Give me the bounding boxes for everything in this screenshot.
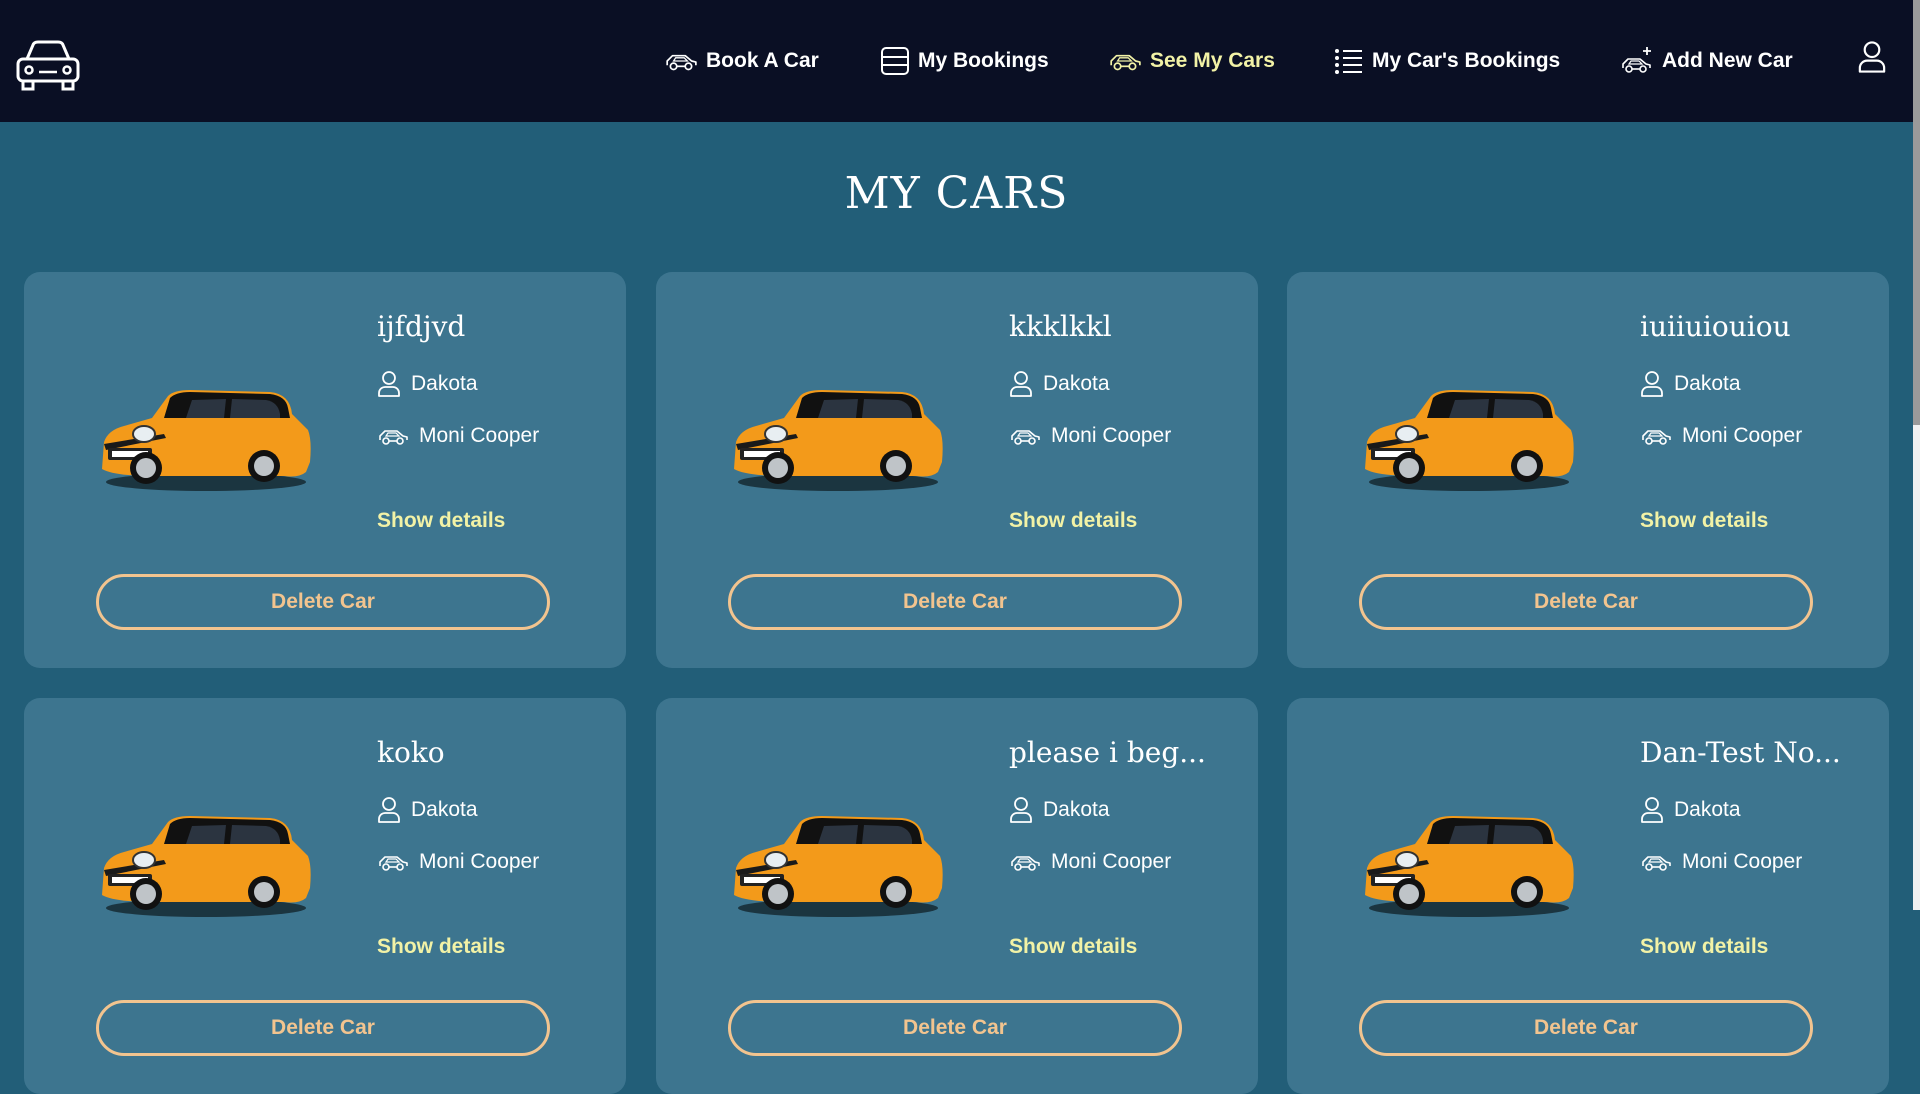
delete-car-button[interactable]: Delete Car — [728, 1000, 1182, 1056]
delete-car-button[interactable]: Delete Car — [96, 574, 550, 630]
show-details-link[interactable]: Show details — [1009, 509, 1137, 533]
car-name: Dan-Test No... — [1640, 736, 1841, 769]
delete-car-button[interactable]: Delete Car — [96, 1000, 550, 1056]
owner-row: Dakota — [1009, 796, 1110, 824]
car-image — [94, 374, 314, 494]
user-icon — [1640, 370, 1664, 398]
car-card: kkklkkl Dakota Moni Cooper Show details … — [656, 272, 1258, 668]
user-icon[interactable] — [1855, 40, 1889, 74]
owner-name: Dakota — [411, 798, 478, 821]
show-details-link[interactable]: Show details — [1640, 509, 1768, 533]
car-side-icon — [1640, 425, 1672, 447]
show-details-link[interactable]: Show details — [377, 509, 505, 533]
delete-car-button[interactable]: Delete Car — [1359, 1000, 1813, 1056]
scrollbar-thumb[interactable] — [1913, 0, 1920, 425]
nav-book-a-car-label: Book A Car — [706, 49, 819, 72]
nav-my-cars-bookings-label: My Car's Bookings — [1372, 49, 1561, 72]
car-side-icon — [1009, 851, 1041, 873]
car-image — [94, 800, 314, 920]
car-card: ijfdjvd Dakota Moni Cooper Show details … — [24, 272, 626, 668]
owner-row: Dakota — [1640, 370, 1741, 398]
show-details-link[interactable]: Show details — [1640, 935, 1768, 959]
nav-my-cars-bookings[interactable]: My Car's Bookings — [1334, 45, 1560, 77]
car-model: Moni Cooper — [1051, 850, 1172, 873]
car-side-icon — [1009, 425, 1041, 447]
nav-my-bookings-label: My Bookings — [918, 49, 1049, 72]
owner-row: Dakota — [1640, 796, 1741, 824]
owner-row: Dakota — [1009, 370, 1110, 398]
nav-see-my-cars[interactable]: See My Cars — [1108, 45, 1275, 77]
delete-car-button[interactable]: Delete Car — [1359, 574, 1813, 630]
owner-name: Dakota — [1674, 798, 1741, 821]
model-row: Moni Cooper — [1009, 424, 1171, 448]
car-image — [1357, 374, 1577, 494]
show-details-link[interactable]: Show details — [1009, 935, 1137, 959]
show-details-link[interactable]: Show details — [377, 935, 505, 959]
top-navbar: Book A Car My Bookings See My Cars My Ca… — [0, 0, 1913, 122]
car-card: please i beg... Dakota Moni Cooper Show … — [656, 698, 1258, 1094]
model-row: Moni Cooper — [377, 424, 539, 448]
car-model: Moni Cooper — [419, 424, 540, 447]
user-icon — [1640, 796, 1664, 824]
car-card: iuiiuiouiou Dakota Moni Cooper Show deta… — [1287, 272, 1889, 668]
car-model: Moni Cooper — [1051, 424, 1172, 447]
owner-name: Dakota — [411, 372, 478, 395]
owner-name: Dakota — [1043, 798, 1110, 821]
user-icon — [1009, 796, 1033, 824]
list-box-icon — [881, 47, 909, 75]
delete-car-button[interactable]: Delete Car — [728, 574, 1182, 630]
owner-name: Dakota — [1674, 372, 1741, 395]
nav-add-new-car[interactable]: Add New Car — [1620, 45, 1793, 77]
user-icon — [377, 370, 401, 398]
car-card: Dan-Test No... Dakota Moni Cooper Show d… — [1287, 698, 1889, 1094]
user-icon — [1009, 370, 1033, 398]
model-row: Moni Cooper — [1640, 850, 1802, 874]
car-name: kkklkkl — [1009, 310, 1112, 343]
car-plus-icon — [1622, 47, 1651, 73]
car-image — [1357, 800, 1577, 920]
car-name: koko — [377, 736, 445, 769]
car-name: ijfdjvd — [377, 310, 466, 343]
page-title: MY CARS — [844, 168, 1069, 219]
owner-row: Dakota — [377, 370, 478, 398]
nav-book-a-car[interactable]: Book A Car — [664, 45, 819, 77]
model-row: Moni Cooper — [1009, 850, 1171, 874]
owner-row: Dakota — [377, 796, 478, 824]
nav-see-my-cars-label: See My Cars — [1150, 49, 1275, 72]
owner-name: Dakota — [1043, 372, 1110, 395]
car-side-icon — [1640, 851, 1672, 873]
car-side-icon — [377, 851, 409, 873]
car-name: please i beg... — [1009, 736, 1206, 769]
car-model: Moni Cooper — [419, 850, 540, 873]
user-icon — [377, 796, 401, 824]
car-side-icon — [1108, 49, 1142, 73]
car-name: iuiiuiouiou — [1640, 310, 1791, 343]
car-side-icon — [377, 425, 409, 447]
model-row: Moni Cooper — [1640, 424, 1802, 448]
car-model: Moni Cooper — [1682, 850, 1803, 873]
car-side-icon — [664, 49, 698, 73]
car-image — [726, 800, 946, 920]
car-model: Moni Cooper — [1682, 424, 1803, 447]
model-row: Moni Cooper — [377, 850, 539, 874]
car-front-icon[interactable] — [15, 39, 81, 93]
nav-add-new-car-label: Add New Car — [1662, 49, 1793, 72]
nav-my-bookings[interactable]: My Bookings — [880, 45, 1049, 77]
car-image — [726, 374, 946, 494]
car-card: koko Dakota Moni Cooper Show details Del… — [24, 698, 626, 1094]
list-bullets-icon — [1335, 49, 1362, 74]
